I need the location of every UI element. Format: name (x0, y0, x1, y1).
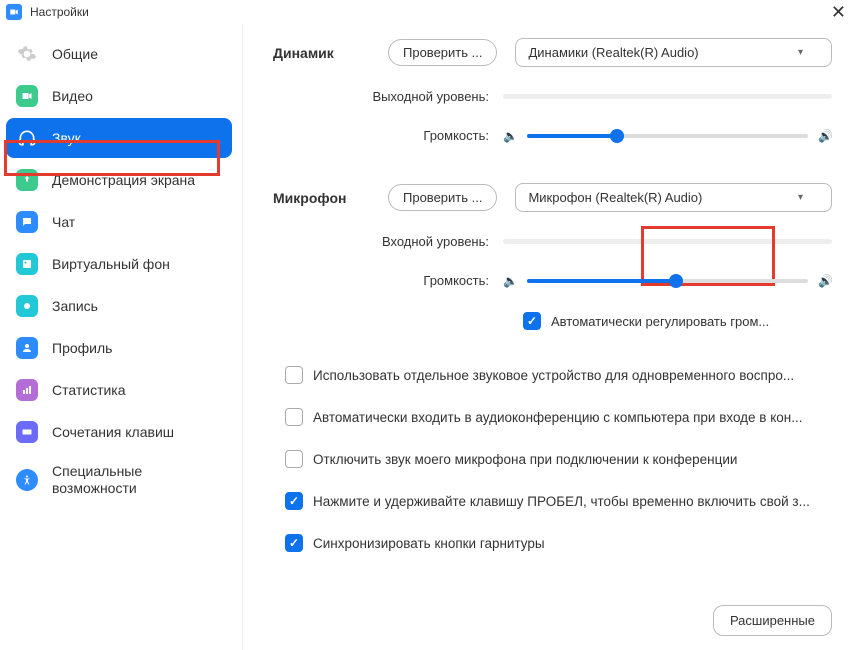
test-mic-button[interactable]: Проверить ... (388, 184, 497, 211)
sidebar-item-virtual-bg[interactable]: Виртуальный фон (6, 244, 232, 284)
volume-high-icon: 🔊 (818, 129, 832, 143)
sidebar-item-chat[interactable]: Чат (6, 202, 232, 242)
checkbox[interactable] (285, 492, 303, 510)
option-label: Использовать отдельное звуковое устройст… (313, 368, 794, 383)
option-label: Автоматически входить в аудиоконференцию… (313, 410, 803, 425)
chevron-down-icon: ▾ (798, 47, 803, 58)
image-icon (16, 253, 38, 275)
sidebar-item-label: Специальные возможности (52, 463, 222, 497)
chat-icon (16, 211, 38, 233)
app-icon (6, 4, 22, 20)
output-level-meter (503, 94, 832, 99)
volume-low-icon: 🔈 (503, 274, 517, 288)
sidebar-item-statistics[interactable]: Статистика (6, 370, 232, 410)
test-speaker-button[interactable]: Проверить ... (388, 39, 497, 66)
sidebar-item-label: Статистика (52, 382, 126, 398)
sidebar-item-shortcuts[interactable]: Сочетания клавиш (6, 412, 232, 452)
sidebar-item-label: Виртуальный фон (52, 256, 170, 272)
volume-low-icon: 🔈 (503, 129, 517, 143)
option-separate-ring-device[interactable]: Использовать отдельное звуковое устройст… (285, 366, 832, 384)
checkbox[interactable] (285, 408, 303, 426)
record-icon (16, 295, 38, 317)
sidebar-item-label: Сочетания клавиш (52, 424, 174, 440)
option-label: Синхронизировать кнопки гарнитуры (313, 536, 545, 551)
input-level-meter (503, 239, 832, 244)
keyboard-icon (16, 421, 38, 443)
stats-icon (16, 379, 38, 401)
sidebar-item-label: Запись (52, 298, 98, 314)
checkbox[interactable] (285, 450, 303, 468)
sidebar-item-accessibility[interactable]: Специальные возможности (6, 454, 232, 506)
sidebar-item-profile[interactable]: Профиль (6, 328, 232, 368)
content-audio-settings: Динамик Проверить ... Динамики (Realtek(… (243, 24, 862, 650)
checkbox[interactable] (285, 534, 303, 552)
output-level-label: Выходной уровень: (273, 89, 503, 104)
speaker-volume-label: Громкость: (273, 128, 503, 143)
sidebar-item-label: Профиль (52, 340, 112, 356)
option-push-to-talk[interactable]: Нажмите и удерживайте клавишу ПРОБЕЛ, чт… (285, 492, 832, 510)
volume-high-icon: 🔊 (818, 274, 832, 288)
option-sync-headset-buttons[interactable]: Синхронизировать кнопки гарнитуры (285, 534, 832, 552)
profile-icon (16, 337, 38, 359)
mic-volume-slider[interactable] (527, 279, 808, 283)
speaker-device-select[interactable]: Динамики (Realtek(R) Audio) ▾ (515, 38, 832, 67)
accessibility-icon (16, 469, 38, 491)
speaker-volume-slider[interactable] (527, 134, 808, 138)
advanced-button[interactable]: Расширенные (713, 605, 832, 636)
sidebar-item-label: Звук (52, 130, 81, 146)
sidebar-item-label: Чат (52, 214, 75, 230)
gear-icon (16, 43, 38, 65)
sidebar-item-share-screen[interactable]: Демонстрация экрана (6, 160, 232, 200)
sidebar-item-label: Видео (52, 88, 93, 104)
window-title: Настройки (30, 5, 825, 19)
option-mute-on-join[interactable]: Отключить звук моего микрофона при подкл… (285, 450, 832, 468)
close-icon[interactable]: ✕ (825, 2, 852, 23)
checkbox[interactable] (285, 366, 303, 384)
mic-device-select[interactable]: Микрофон (Realtek(R) Audio) ▾ (515, 183, 832, 212)
option-label: Нажмите и удерживайте клавишу ПРОБЕЛ, чт… (313, 494, 810, 509)
headphones-icon (16, 127, 38, 149)
input-level-label: Входной уровень: (273, 234, 503, 249)
sidebar-item-label: Демонстрация экрана (52, 172, 195, 188)
sidebar-item-label: Общие (52, 46, 98, 62)
sidebar-item-audio[interactable]: Звук (6, 118, 232, 158)
mic-device-value: Микрофон (Realtek(R) Audio) (528, 190, 702, 205)
sidebar-item-general[interactable]: Общие (6, 34, 232, 74)
speaker-section-label: Динамик (273, 45, 388, 61)
sidebar-item-video[interactable]: Видео (6, 76, 232, 116)
speaker-device-value: Динамики (Realtek(R) Audio) (528, 45, 698, 60)
sidebar: Общие Видео Звук Демонстрация экрана Чат (0, 24, 243, 650)
mic-section-label: Микрофон (273, 190, 388, 206)
mic-volume-label: Громкость: (273, 273, 503, 288)
chevron-down-icon: ▾ (798, 192, 803, 203)
video-icon (16, 85, 38, 107)
share-screen-icon (16, 169, 38, 191)
option-label: Отключить звук моего микрофона при подкл… (313, 452, 737, 467)
auto-gain-checkbox[interactable] (523, 312, 541, 330)
option-auto-join-audio[interactable]: Автоматически входить в аудиоконференцию… (285, 408, 832, 426)
auto-gain-label: Автоматически регулировать гром... (551, 314, 769, 329)
sidebar-item-recording[interactable]: Запись (6, 286, 232, 326)
